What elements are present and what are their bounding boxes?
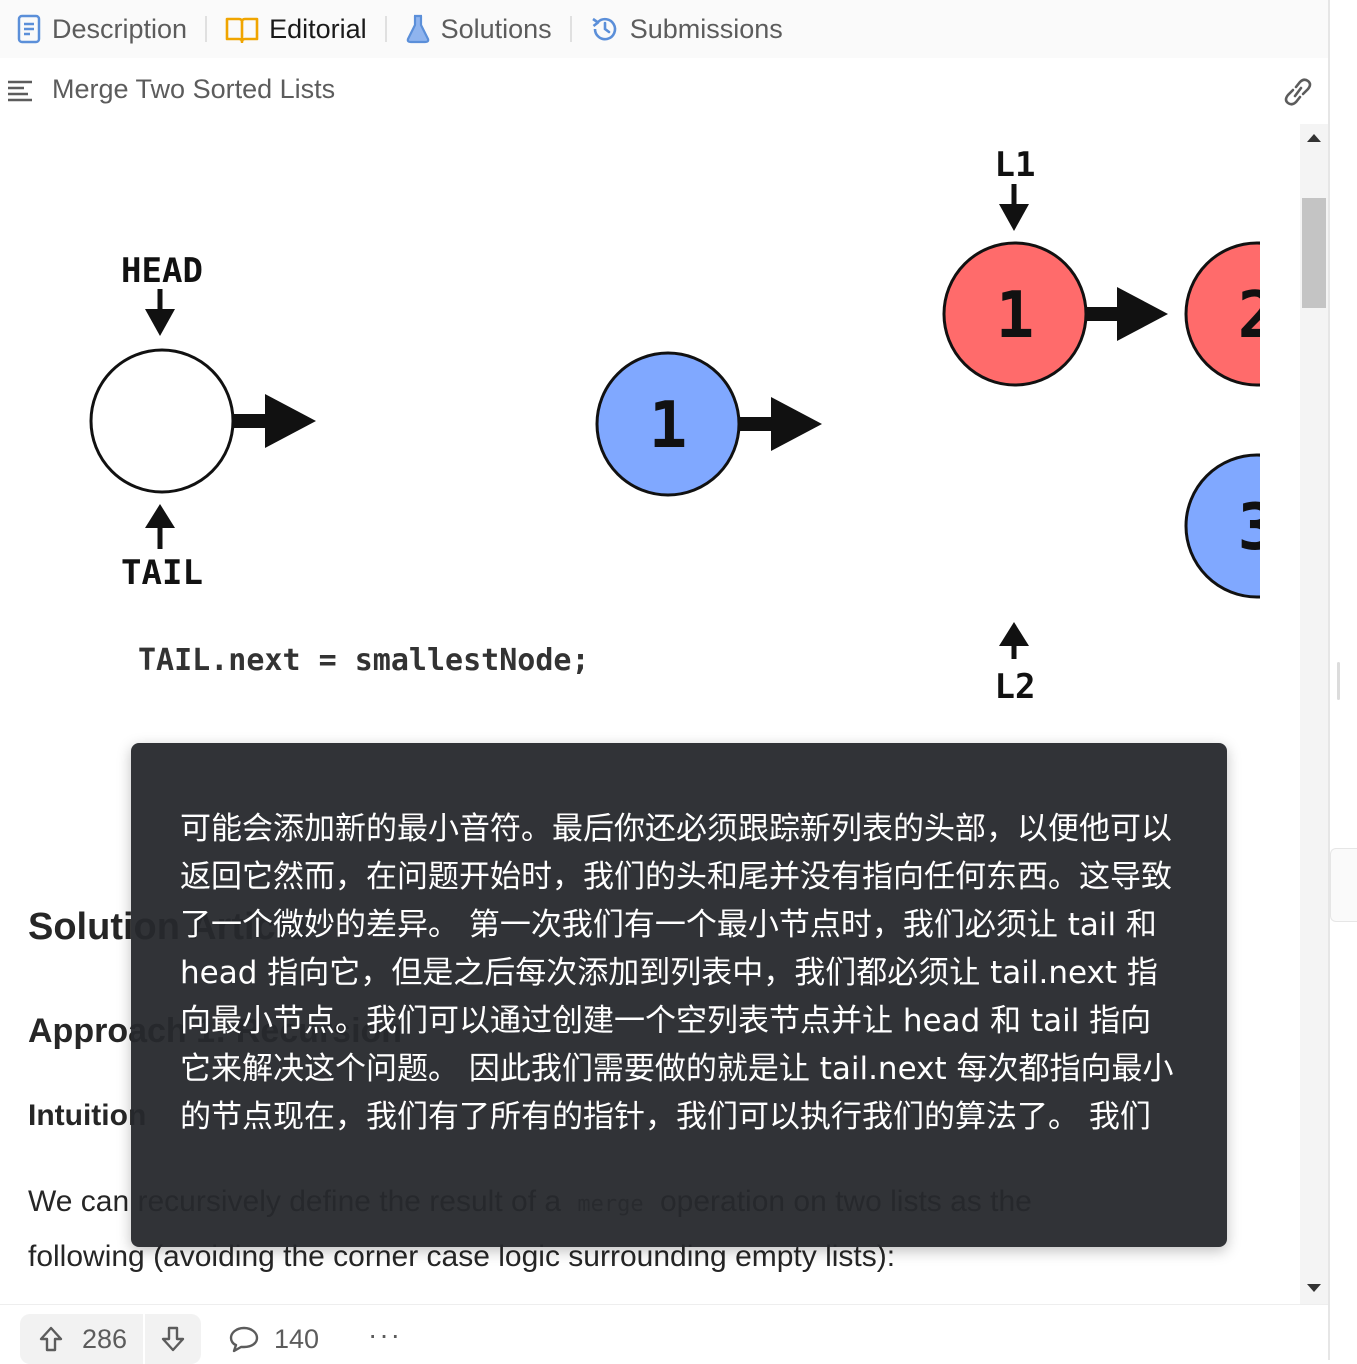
tail-label: TAIL: [121, 553, 203, 593]
upvote-count: 286: [82, 1323, 128, 1354]
downvote-button[interactable]: [145, 1314, 202, 1364]
article-title: Merge Two Sorted Lists: [52, 74, 336, 104]
tab-solutions[interactable]: Solutions: [397, 14, 560, 45]
thumbs-up-arrow-icon: [39, 1326, 63, 1352]
tab-divider: [569, 16, 572, 42]
red-node-arrow-head: [1117, 287, 1168, 341]
translation-text: 可能会添加新的最小音符。最后你还必须跟踪新列表的头部，以便他可以返回它然而，在问…: [180, 811, 1174, 1135]
table-of-contents-icon[interactable]: [6, 78, 34, 104]
link-icon[interactable]: [1280, 76, 1316, 108]
l1-arrow-head: [999, 204, 1029, 231]
downvote-arrow-icon: [161, 1326, 185, 1352]
red-node-value: 1: [996, 279, 1035, 353]
l2-label: L2: [995, 667, 1036, 707]
upvote-button[interactable]: 286: [20, 1314, 144, 1364]
tab-bar: Description Editorial Solutions Submissi…: [0, 0, 1328, 58]
intuition-heading: Intuition: [28, 1099, 147, 1132]
tab-description[interactable]: Description: [8, 14, 195, 45]
translation-overlay: 可能会添加新的最小音符。最后你还必须跟踪新列表的头部，以便他可以返回它然而，在问…: [131, 743, 1227, 1247]
head-label: HEAD: [121, 251, 203, 291]
comments-button[interactable]: 140: [228, 1314, 319, 1364]
scroll-thumb[interactable]: [1302, 198, 1326, 308]
description-icon: [17, 14, 41, 44]
more-options-button[interactable]: ···: [368, 1319, 402, 1351]
merge-diagram: HEAD TAIL 1 L1 1 2 3 L2 TAIL.next = smal…: [89, 145, 1260, 707]
red-node-next-value: 2: [1238, 279, 1260, 353]
history-icon: [591, 17, 616, 41]
tab-label: Description: [52, 13, 188, 44]
l1-label: L1: [995, 145, 1036, 185]
dummy-node: [89, 348, 235, 494]
book-icon: [225, 17, 259, 43]
content-scrollbar[interactable]: [1300, 124, 1328, 1304]
adjacent-panel-edge: [1330, 848, 1357, 922]
tab-divider: [384, 16, 387, 42]
head-arrow-head: [145, 309, 175, 336]
blue-node-value: 1: [649, 389, 688, 463]
article-header: Merge Two Sorted Lists: [0, 60, 1328, 124]
panel-divider: [1328, 0, 1357, 1360]
tab-label: Editorial: [269, 13, 367, 44]
comment-icon: [229, 1326, 259, 1353]
article-footer: 286 140 ···: [0, 1304, 1328, 1364]
blue-node-l2-value: 3: [1238, 491, 1260, 565]
tab-label: Solutions: [440, 13, 552, 44]
tab-editorial[interactable]: Editorial: [217, 14, 375, 45]
scroll-up-arrow-icon[interactable]: [1307, 134, 1321, 142]
blue-node-arrow-head: [771, 397, 822, 451]
tab-divider: [205, 16, 208, 42]
dummy-next-arrow-head: [265, 394, 316, 448]
comment-count: 140: [274, 1323, 320, 1354]
vote-group: 286: [20, 1314, 202, 1364]
code-line: TAIL.next = smallestNode;: [138, 643, 590, 678]
flask-icon: [406, 14, 429, 44]
resize-handle[interactable]: [1337, 662, 1340, 700]
tab-label: Submissions: [629, 13, 783, 44]
scroll-down-arrow-icon[interactable]: [1307, 1284, 1321, 1292]
tab-submissions[interactable]: Submissions: [582, 14, 791, 45]
